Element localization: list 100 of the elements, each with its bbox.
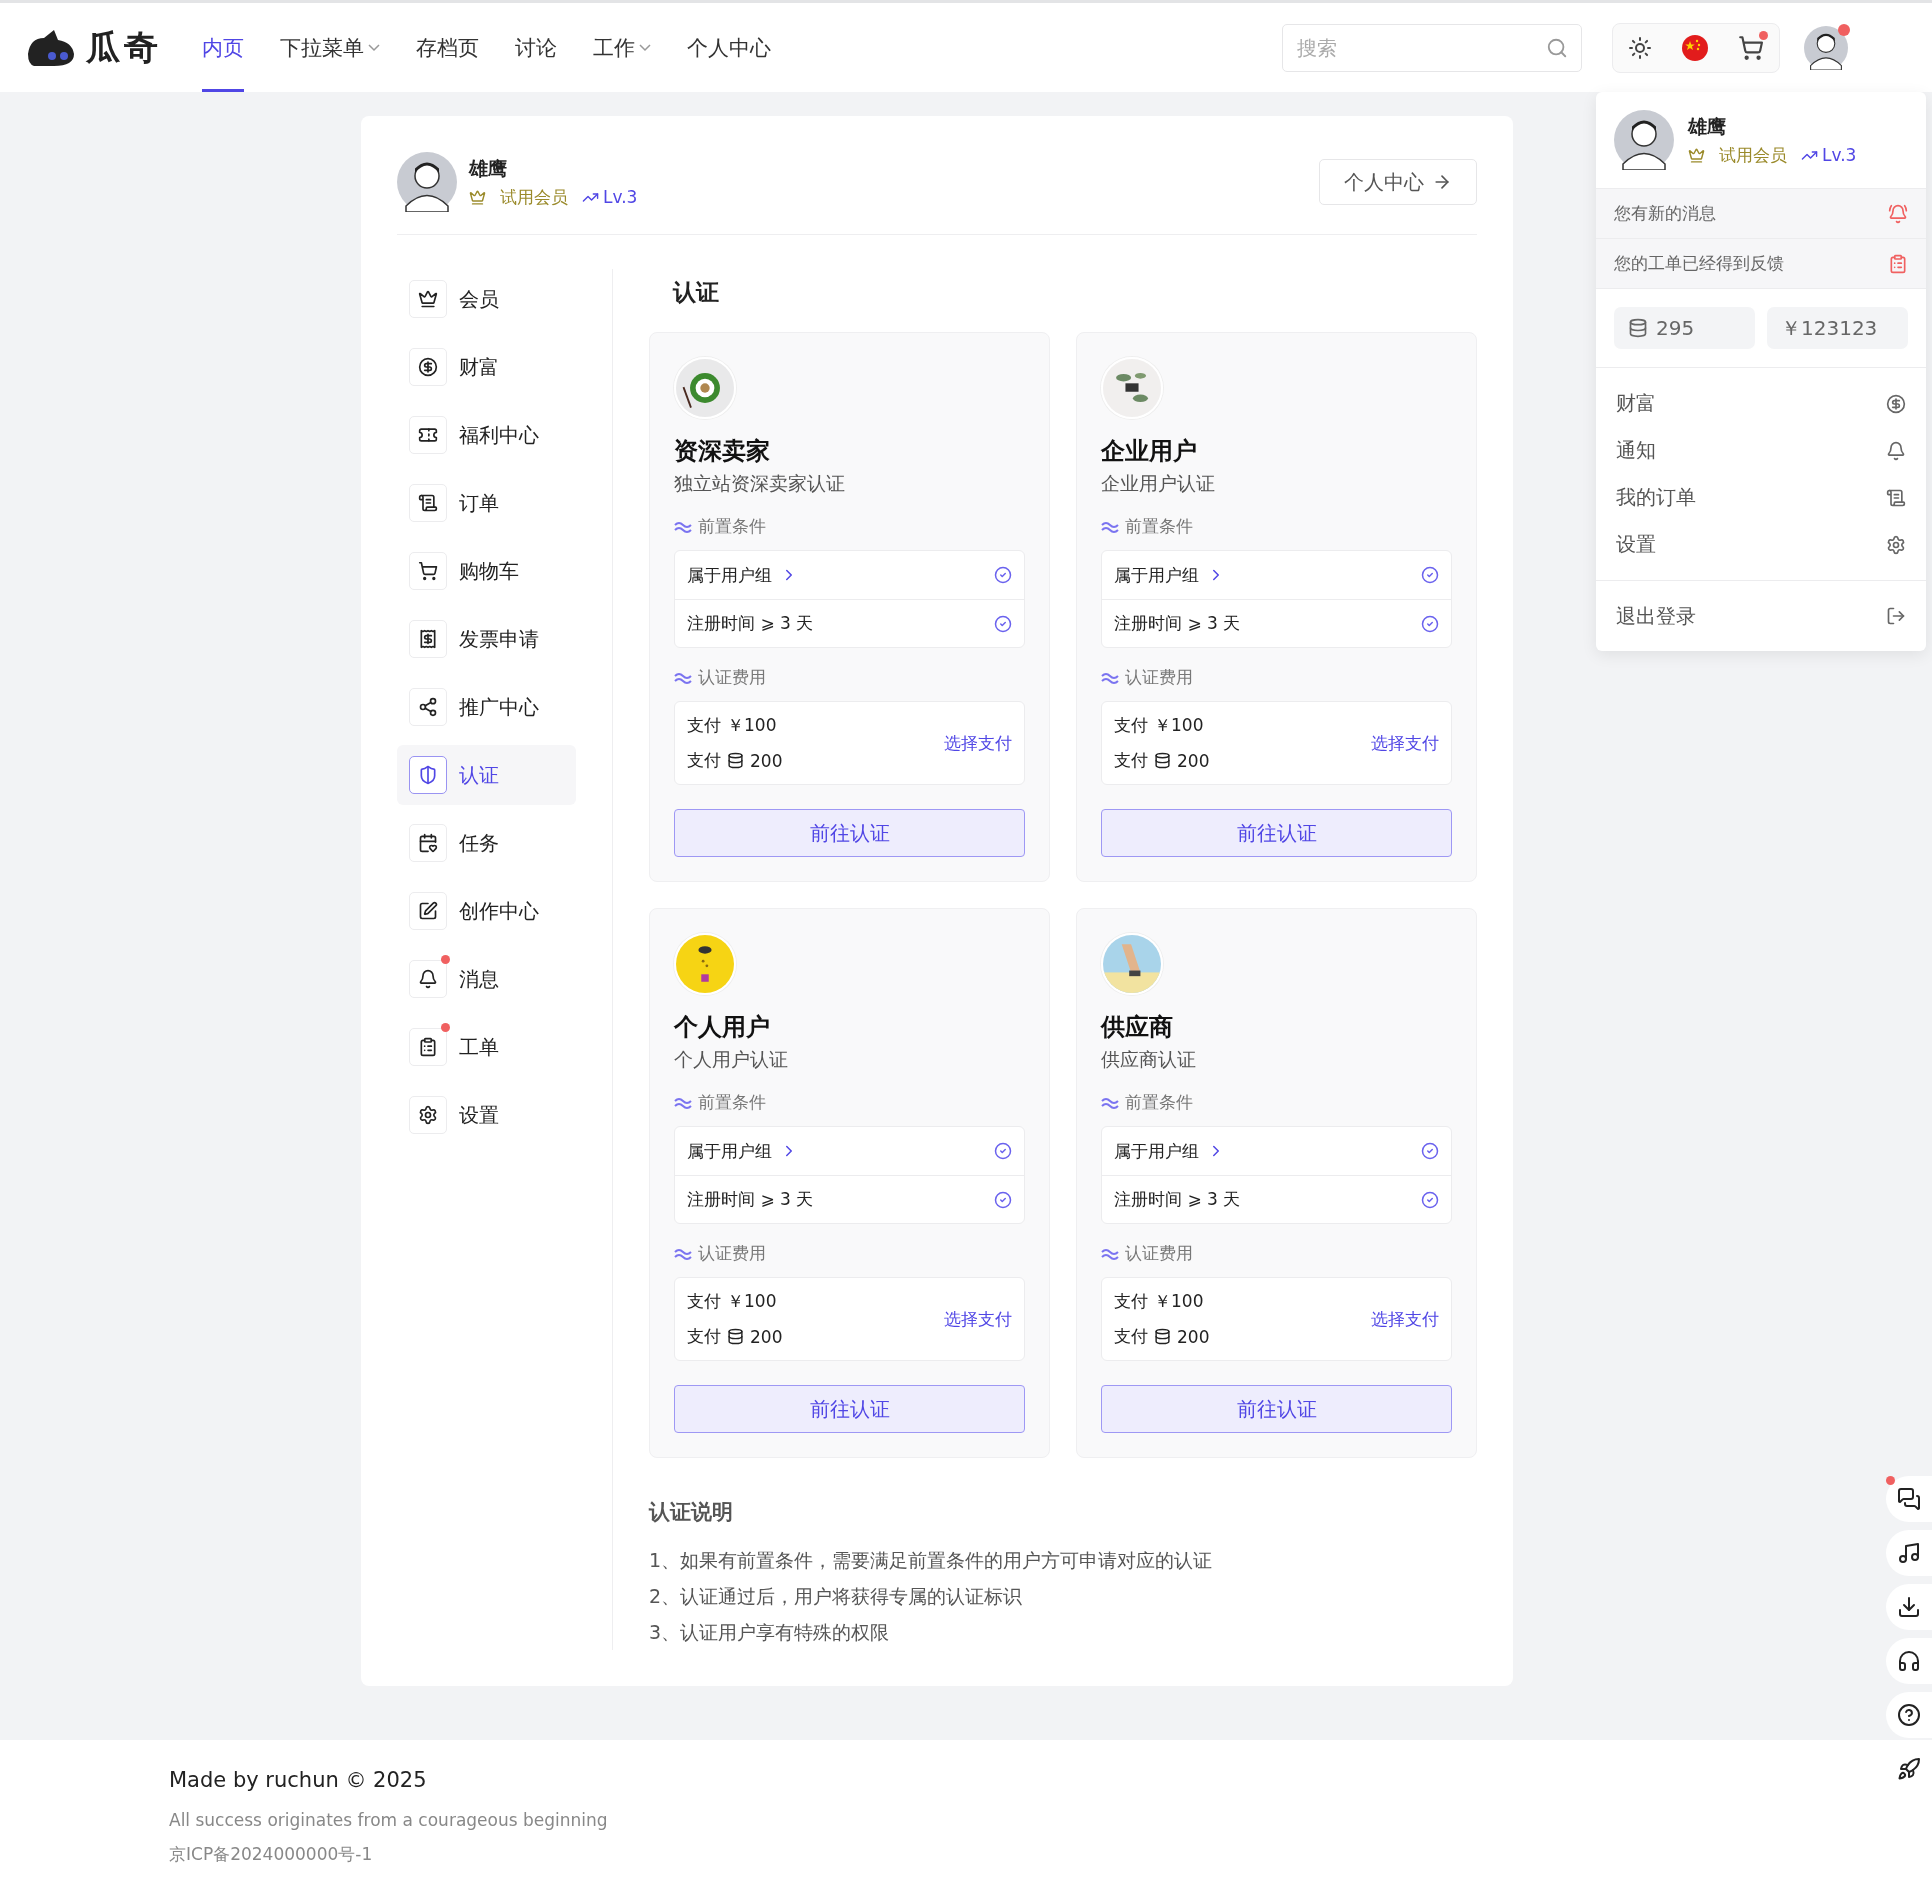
nav-link[interactable]: 工作: [593, 3, 651, 92]
avatar-button[interactable]: [1804, 25, 1848, 70]
membership-label: 试用会员: [1719, 143, 1787, 167]
sidebar-item[interactable]: 发票申请: [397, 609, 576, 669]
settings-icon: [409, 1096, 447, 1134]
sidebar-item[interactable]: 财富: [397, 337, 576, 397]
download-icon: [1897, 1595, 1921, 1619]
avatar: [397, 152, 457, 212]
condition-link[interactable]: 属于用户组: [1114, 1139, 1225, 1163]
card-title: 企业用户: [1101, 436, 1198, 467]
scroll-icon: [409, 484, 447, 522]
pay-link[interactable]: 选择支付: [1371, 1307, 1439, 1331]
sidebar-item[interactable]: 福利中心: [397, 405, 576, 465]
section-label: 前置条件: [698, 1091, 766, 1114]
condition-link[interactable]: 属于用户组: [687, 1139, 798, 1163]
coins-value: 295: [1656, 316, 1695, 340]
nav-link[interactable]: 内页: [202, 3, 244, 92]
headphones-icon: [1897, 1649, 1921, 1673]
nav-link[interactable]: 存档页: [416, 3, 479, 92]
fee-label: 支付: [687, 714, 721, 737]
fee-label: 支付: [687, 1290, 721, 1313]
sidebar-item[interactable]: 认证: [397, 745, 576, 805]
footer-credit: Made by ruchun © 2025: [169, 1768, 428, 1792]
certify-button[interactable]: 前往认证: [1101, 809, 1452, 857]
fee-amount: 200: [750, 750, 783, 771]
shield-icon: [409, 756, 447, 794]
wave-icon: [674, 1095, 692, 1110]
sidebar-item[interactable]: 会员: [397, 269, 576, 329]
section-label: 认证费用: [1125, 1242, 1193, 1265]
sun-icon: [1628, 35, 1652, 60]
card-title: 资深卖家: [674, 436, 771, 467]
condition-text: 注册时间 ⩾ 3 天: [687, 612, 814, 635]
coins-icon: [1628, 318, 1648, 338]
fee-label: 支付: [687, 749, 721, 772]
fee-amount: ￥100: [1154, 1290, 1204, 1313]
edit-icon: [409, 892, 447, 930]
sidebar-item[interactable]: 消息: [397, 949, 576, 1009]
help-button[interactable]: [1886, 1692, 1932, 1738]
certify-button[interactable]: 前往认证: [674, 1385, 1025, 1433]
menu-item[interactable]: 我的订单: [1596, 474, 1926, 521]
search-field[interactable]: 搜索: [1282, 23, 1582, 72]
fee-amount: ￥100: [727, 714, 777, 737]
rocket-icon: [1897, 1757, 1921, 1781]
logout-item[interactable]: 退出登录: [1596, 581, 1926, 651]
profile-center-button[interactable]: 个人中心: [1319, 159, 1477, 205]
ticket-icon: [409, 416, 447, 454]
nav-link[interactable]: 讨论: [515, 3, 557, 92]
sidebar-item[interactable]: 创作中心: [397, 881, 576, 941]
notification-item[interactable]: 您的工单已经得到反馈: [1596, 238, 1926, 288]
share-icon: [409, 688, 447, 726]
receipt-icon: [409, 620, 447, 658]
condition-link[interactable]: 属于用户组: [1114, 563, 1225, 587]
card-subtitle: 独立站资深卖家认证: [674, 471, 846, 496]
language-button[interactable]: [1680, 32, 1710, 63]
condition-link[interactable]: 属于用户组: [687, 563, 798, 587]
sidebar-item[interactable]: 工单: [397, 1017, 576, 1077]
wave-icon: [674, 519, 692, 534]
cart-button[interactable]: [1736, 32, 1766, 63]
wave-icon: [1101, 519, 1119, 534]
wave-icon: [674, 670, 692, 685]
pay-link[interactable]: 选择支付: [944, 1307, 1012, 1331]
condition-text: 注册时间 ⩾ 3 天: [1114, 612, 1241, 635]
download-button[interactable]: [1886, 1584, 1932, 1630]
card-title: 供应商: [1101, 1012, 1174, 1043]
chat-button[interactable]: [1886, 1476, 1932, 1522]
dollar-icon: [1886, 393, 1906, 414]
crown-icon: [409, 280, 447, 318]
menu-item[interactable]: 设置: [1596, 521, 1926, 568]
section-label: 前置条件: [698, 515, 766, 538]
bell-icon: [1886, 440, 1906, 461]
sidebar-item[interactable]: 订单: [397, 473, 576, 533]
footer-motto: All success originates from a courageous beginning: [169, 1809, 609, 1832]
sidebar-item[interactable]: 设置: [397, 1085, 576, 1145]
crown-icon: [469, 188, 486, 206]
menu-item[interactable]: 财富: [1596, 380, 1926, 427]
nav-link[interactable]: 下拉菜单: [280, 3, 380, 92]
notification-item[interactable]: 您有新的消息: [1596, 188, 1926, 238]
menu-item[interactable]: 通知: [1596, 427, 1926, 474]
settings-icon: [1886, 534, 1906, 555]
music-button[interactable]: [1886, 1530, 1932, 1576]
wave-icon: [1101, 670, 1119, 685]
pay-link[interactable]: 选择支付: [944, 731, 1012, 755]
sidebar-item[interactable]: 推广中心: [397, 677, 576, 737]
notes-title: 认证说明: [649, 1499, 734, 1526]
nav-link[interactable]: 个人中心: [687, 3, 771, 92]
sidebar-item[interactable]: 任务: [397, 813, 576, 873]
user-name: 雄鹰: [469, 155, 508, 181]
certify-button[interactable]: 前往认证: [1101, 1385, 1452, 1433]
search-icon: [1546, 36, 1568, 59]
section-title: 认证: [673, 278, 720, 307]
certify-button[interactable]: 前往认证: [674, 809, 1025, 857]
help-icon: [1897, 1703, 1921, 1727]
pay-link[interactable]: 选择支付: [1371, 731, 1439, 755]
sidebar-item[interactable]: 购物车: [397, 541, 576, 601]
calendar-icon: [409, 824, 447, 862]
wave-icon: [1101, 1246, 1119, 1261]
section-label: 前置条件: [1125, 1091, 1193, 1114]
bell-icon: [409, 960, 447, 998]
support-button[interactable]: [1886, 1638, 1932, 1684]
note-text: 3、认证用户享有特殊的权限: [649, 1620, 891, 1645]
